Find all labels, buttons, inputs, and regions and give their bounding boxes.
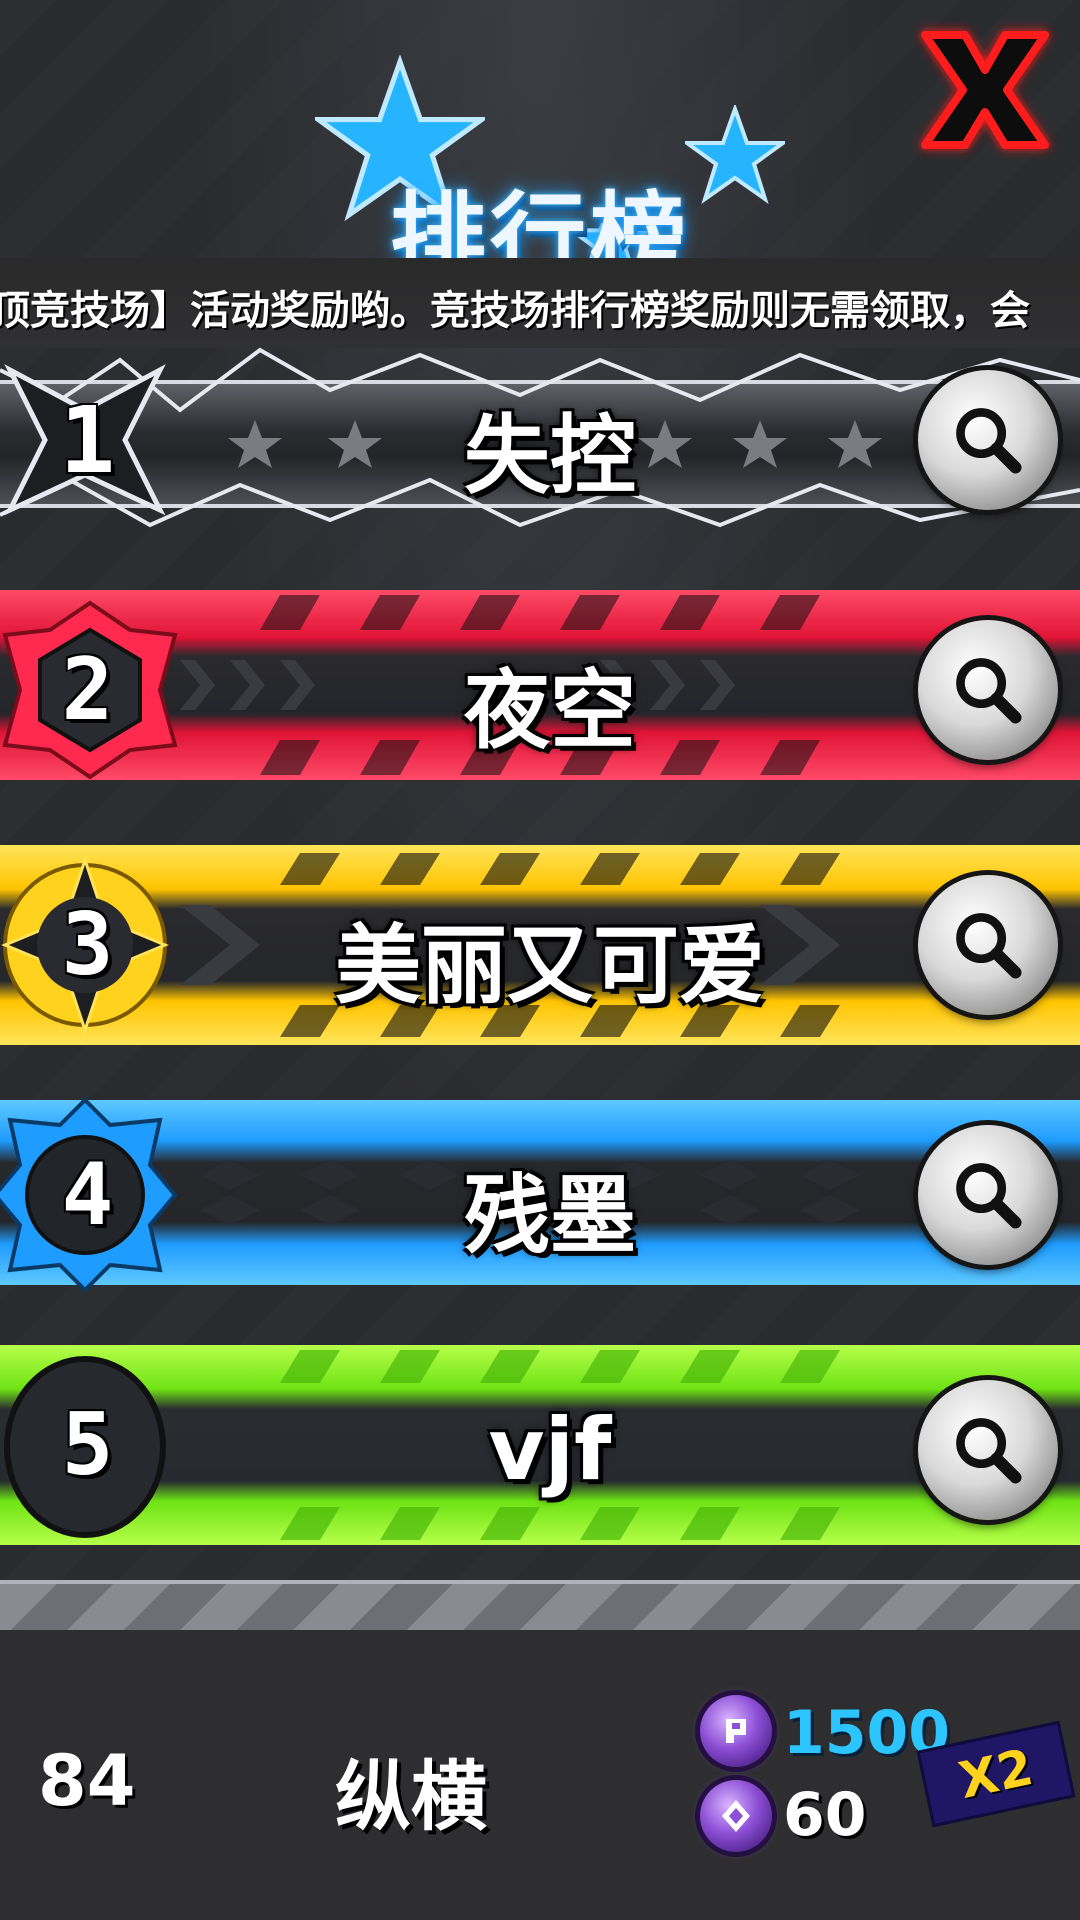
purple-coin-icon (700, 1695, 772, 1767)
magnifier-icon (956, 408, 1022, 474)
rank-number: 1 (59, 386, 116, 494)
rank-number: 3 (61, 895, 114, 995)
view-player-button[interactable] (918, 370, 1058, 510)
notice-text: 顶竞技场】活动奖励哟。竞技场排行榜奖励则无需领取，会 (0, 288, 1030, 334)
rank-badge: 1 (0, 340, 175, 540)
rank-number: 4 (61, 1145, 114, 1245)
title-emblem: 排行榜 (300, 50, 785, 294)
magnifier-icon (956, 913, 1022, 979)
rank-row-4[interactable]: 4 残墨 (0, 1095, 1080, 1295)
magnifier-icon (956, 1418, 1022, 1484)
player-name: 夜空 (464, 661, 636, 761)
notice-marquee: 顶竞技场】活动奖励哟。竞技场排行榜奖励则无需领取，会 (0, 258, 1080, 348)
magnifier-icon (956, 658, 1022, 724)
rank-number: 2 (61, 640, 114, 740)
rank-row-3[interactable]: 3 美丽又可爱 (0, 845, 1080, 1045)
rank-row-1[interactable]: 1 失控 (0, 340, 1080, 540)
magnifier-icon (956, 1163, 1022, 1229)
view-player-button[interactable] (918, 1380, 1058, 1520)
rank-badge: 2 (0, 590, 178, 790)
view-player-button[interactable] (918, 875, 1058, 1015)
view-player-button[interactable] (918, 1125, 1058, 1265)
my-player-name: 纵横 (335, 1752, 487, 1841)
purple-gem-coin-icon (700, 1780, 772, 1852)
player-name: vjf (488, 1400, 612, 1500)
header: 排行榜 (0, 0, 1080, 294)
close-button[interactable] (905, 20, 1065, 160)
rank-number: 5 (61, 1395, 114, 1495)
rank-row-2[interactable]: 2 夜空 (0, 590, 1080, 790)
rank-badge: 5 (0, 1345, 175, 1545)
player-name: 美丽又可爱 (335, 916, 765, 1016)
my-rank-number: 84 (38, 1740, 136, 1822)
view-player-button[interactable] (918, 620, 1058, 760)
player-name: 残墨 (464, 1166, 636, 1266)
stat-secondary: 60 (783, 1780, 867, 1850)
close-x-icon (921, 31, 1049, 149)
my-rank-panel: 84 纵横 1500 60 X2 (0, 1630, 1080, 1920)
player-name: 失控 (464, 406, 636, 506)
rank-badge: 4 (0, 1095, 178, 1295)
rank-badge: 3 (0, 845, 175, 1045)
rank-row-5[interactable]: 5 vjf (0, 1345, 1080, 1545)
rank-row-6-partial (0, 1580, 1080, 1634)
